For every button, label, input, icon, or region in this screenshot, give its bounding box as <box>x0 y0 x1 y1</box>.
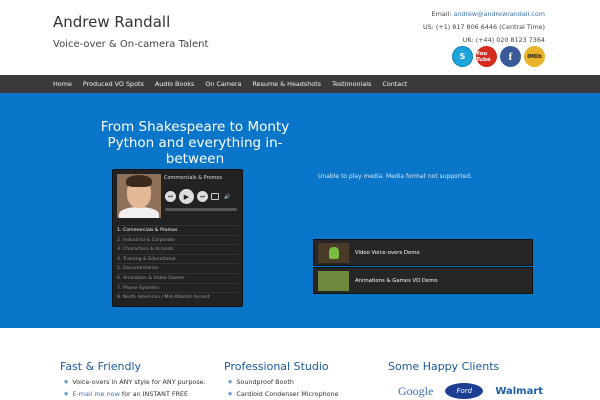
audio-player: Commercials & Promos ⏮ ▶ ⏭ 🔊 1. Commerci… <box>112 169 243 307</box>
email-label: Email: <box>431 10 452 18</box>
player-track-title: Commercials & Promos <box>164 175 223 181</box>
youtube-icon[interactable]: You Tube <box>476 46 497 67</box>
professional-studio-heading: Professional Studio <box>224 360 329 373</box>
google-logo: Google <box>398 383 434 398</box>
page: Andrew Randall Voice-over & On-camera Ta… <box>0 0 600 400</box>
ford-logo: Ford <box>445 383 484 399</box>
track-list: 1. Commercials & Promos 2. Industrial & … <box>117 225 239 302</box>
studio-list: Soundproof Booth Cardioid Condenser Micr… <box>228 377 338 400</box>
previous-icon[interactable]: ⏮ <box>165 191 176 202</box>
video-thumbnail <box>318 242 349 263</box>
thumbnail-hair <box>126 175 152 187</box>
fast-friendly-list: Voice-overs in ANY style for ANY purpose… <box>64 377 206 400</box>
imdb-icon[interactable]: IMDb <box>524 46 545 67</box>
video-title: Animations & Games VO Demo <box>355 277 438 284</box>
facebook-icon[interactable]: f <box>500 46 521 67</box>
contact-info: Email: andrew@andrewrandall.com US: (+1)… <box>423 8 545 47</box>
nav-on-camera[interactable]: On Camera <box>205 80 241 88</box>
video-thumbnail <box>318 270 349 291</box>
video-item-animations[interactable]: Animations & Games VO Demo <box>313 267 533 294</box>
track-item[interactable]: 3. Characters & Accents <box>117 244 239 254</box>
video-playlist: Video Voice-overs Demo Animations & Game… <box>313 239 533 295</box>
email-me-link[interactable]: E-mail me now <box>72 390 119 398</box>
track-item[interactable]: 1. Commercials & Promos <box>117 225 239 235</box>
client-logos: Google Ford Walmart <box>398 383 543 399</box>
social-links: S You Tube f IMDb <box>452 46 545 67</box>
nav-contact[interactable]: Contact <box>382 80 407 88</box>
video-item-voiceovers[interactable]: Video Voice-overs Demo <box>313 239 533 266</box>
track-item[interactable]: 2. Industrial & Corporate <box>117 234 239 245</box>
nav-testimonials[interactable]: Testimonials <box>332 80 371 88</box>
stop-icon[interactable] <box>211 193 219 200</box>
progress-bar[interactable] <box>165 208 237 211</box>
track-item[interactable]: 8. North American / Mid Atlantic Accent <box>117 292 239 302</box>
player-thumbnail <box>117 174 161 218</box>
walmart-logo: Walmart <box>495 385 544 397</box>
nav-home[interactable]: Home <box>53 80 72 88</box>
email-line: Email: andrew@andrewrandall.com <box>423 8 545 21</box>
skype-icon[interactable]: S <box>452 46 473 67</box>
main-nav: Home Produced VO Spots Audio Books On Ca… <box>0 75 600 93</box>
track-item[interactable]: 4. Training & Educational <box>117 253 239 264</box>
thumbnail-shirt <box>119 207 159 218</box>
track-item[interactable]: 6. Animation & Video Games <box>117 272 239 283</box>
media-error-message: Unable to play media. Media format not s… <box>318 173 473 180</box>
us-phone: US: (+1) 817 806 6446 (Central Time) <box>422 23 545 31</box>
list-item: Soundproof Booth <box>228 377 338 389</box>
happy-clients-heading: Some Happy Clients <box>388 360 500 373</box>
volume-icon[interactable]: 🔊 <box>222 191 233 202</box>
site-tagline: Voice-over & On-camera Talent <box>53 39 209 50</box>
fast-friendly-heading: Fast & Friendly <box>60 360 142 373</box>
list-item: Voice-overs in ANY style for ANY purpose… <box>64 377 205 389</box>
hero-title: From Shakespeare to Monty Python and eve… <box>100 119 290 167</box>
track-item[interactable]: 5. Documentaries <box>117 263 239 273</box>
video-title: Video Voice-overs Demo <box>355 249 420 256</box>
email-link[interactable]: andrew@andrewrandall.com <box>453 10 545 18</box>
play-icon[interactable]: ▶ <box>179 189 194 204</box>
nav-resume-headshots[interactable]: Resume & Headshots <box>252 80 321 88</box>
nav-produced-vo-spots[interactable]: Produced VO Spots <box>83 80 144 88</box>
hero-banner: From Shakespeare to Monty Python and eve… <box>0 93 600 328</box>
next-icon[interactable]: ⏭ <box>197 191 208 202</box>
list-item: Cardioid Condenser Microphone <box>228 389 338 400</box>
track-item[interactable]: 7. Phone Systems <box>117 282 239 293</box>
player-controls: ⏮ ▶ ⏭ 🔊 <box>165 189 233 204</box>
list-item-text: for an INSTANT FREE <box>119 390 189 398</box>
list-item: E-mail me now for an INSTANT FREE <box>64 389 206 400</box>
nav-audio-books[interactable]: Audio Books <box>155 80 194 88</box>
site-title[interactable]: Andrew Randall <box>53 13 170 31</box>
